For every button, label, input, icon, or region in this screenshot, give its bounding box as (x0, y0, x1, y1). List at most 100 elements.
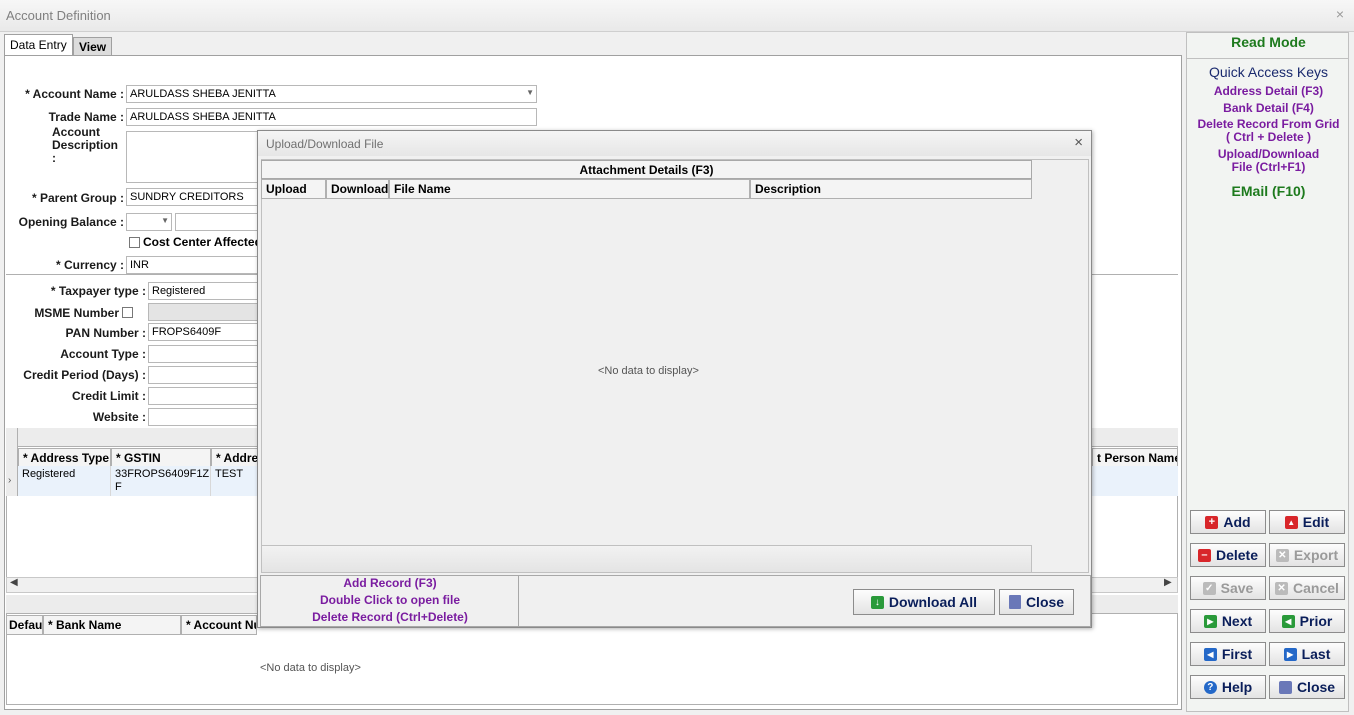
column-contact-person[interactable]: t Person Name (1092, 448, 1178, 468)
parent-group-input[interactable]: SUNDRY CREDITORS (126, 188, 266, 206)
close-button[interactable]: Close (1269, 675, 1345, 699)
cell-address[interactable]: TEST (211, 466, 261, 496)
scroll-right-icon[interactable]: ▶ (1164, 577, 1172, 588)
attachment-group-header: Attachment Details (F3) (261, 160, 1032, 179)
account-description-input[interactable] (126, 131, 266, 183)
row-pointer-icon: › (8, 475, 12, 486)
cost-center-checkbox[interactable] (129, 237, 140, 248)
dialog-titlebar: Upload/Download File × (258, 131, 1091, 156)
column-address-type[interactable]: * Address Type (18, 448, 111, 468)
window-close-icon[interactable]: × (1336, 6, 1344, 22)
mode-indicator: Read Mode (1231, 34, 1306, 50)
last-button[interactable]: ▶ Last (1269, 642, 1345, 666)
edit-button[interactable]: ▲ Edit (1269, 510, 1345, 534)
opening-balance-label: Opening Balance : (18, 215, 124, 229)
account-type-label: Account Type : (60, 347, 146, 361)
prior-icon: ◀ (1281, 614, 1295, 628)
dialog-close-button[interactable]: Close (999, 589, 1074, 615)
column-bank-name[interactable]: * Bank Name (43, 615, 181, 635)
download-icon: ↓ (870, 595, 884, 609)
dialog-title: Upload/Download File (266, 137, 384, 151)
window-titlebar: Account Definition × (0, 0, 1354, 32)
website-label: Website : (92, 410, 146, 424)
trade-name-input[interactable]: ARULDASS SHEBA JENITTA (126, 108, 537, 126)
column-default[interactable]: Defau (6, 615, 43, 635)
cancel-icon: ✕ (1275, 581, 1289, 595)
credit-limit-input[interactable] (148, 387, 266, 405)
column-address[interactable]: * Addre (211, 448, 261, 468)
opening-balance-type[interactable]: ▼ (126, 213, 172, 231)
minus-icon: – (1197, 548, 1211, 562)
account-type-input[interactable] (148, 345, 266, 363)
export-button[interactable]: ✕ Export (1269, 543, 1345, 567)
taxpayer-type-label: * Taxpayer type : (50, 284, 146, 298)
first-icon: ◀ (1203, 647, 1217, 661)
email-key[interactable]: EMail (F10) (1187, 183, 1350, 199)
help-button[interactable]: ? Help (1190, 675, 1266, 699)
quick-key-upload[interactable]: Upload/Download File (Ctrl+F1) (1187, 148, 1350, 174)
website-input[interactable] (148, 408, 266, 426)
credit-period-input[interactable] (148, 366, 266, 384)
pan-input[interactable]: FROPS6409F (148, 323, 266, 341)
column-description[interactable]: Description (750, 179, 1032, 199)
credit-period-label: Credit Period (Days) : (23, 368, 146, 382)
column-download[interactable]: Download (326, 179, 389, 199)
tab-view[interactable]: View (73, 37, 113, 56)
quick-key-delete[interactable]: Delete Record From Grid ( Ctrl + Delete … (1187, 118, 1350, 144)
parent-group-label: * Parent Group : (31, 191, 124, 205)
quick-access-title: Quick Access Keys (1208, 64, 1329, 80)
plus-icon: + (1205, 515, 1219, 529)
tab-data-entry[interactable]: Data Entry (4, 34, 73, 56)
next-button[interactable]: ▶ Next (1190, 609, 1266, 633)
trade-name-label: Trade Name : (48, 110, 124, 124)
attachment-empty-text: <No data to display> (598, 365, 699, 377)
save-button[interactable]: ✓ Save (1190, 576, 1266, 600)
quick-key-address[interactable]: Address Detail (F3) (1187, 84, 1350, 98)
quick-key-bank[interactable]: Bank Detail (F4) (1187, 101, 1350, 115)
delete-button[interactable]: – Delete (1190, 543, 1266, 567)
window-title: Account Definition (6, 8, 111, 23)
hint-add-record: Add Record (F3) (343, 576, 437, 590)
last-icon: ▶ (1283, 647, 1297, 661)
opening-balance-input[interactable] (175, 213, 266, 231)
cell-address-type[interactable]: Registered (18, 466, 111, 496)
add-button[interactable]: + Add (1190, 510, 1266, 534)
msme-checkbox[interactable] (122, 307, 133, 318)
account-description-label: Account Description : (52, 125, 119, 165)
account-name-combo[interactable]: ARULDASS SHEBA JENITTA ▼ (126, 85, 537, 103)
divider (1187, 58, 1348, 59)
attachment-footer (261, 545, 1032, 573)
first-button[interactable]: ◀ First (1190, 642, 1266, 666)
upload-download-dialog: Upload/Download File × Attachment Detail… (257, 130, 1092, 628)
credit-limit-label: Credit Limit : (72, 389, 146, 403)
column-gstin[interactable]: * GSTIN (111, 448, 211, 468)
next-icon: ▶ (1203, 614, 1217, 628)
bank-empty-text: <No data to display> (260, 662, 361, 674)
prior-button[interactable]: ◀ Prior (1269, 609, 1345, 633)
msme-label: MSME Number (34, 306, 119, 320)
export-icon: ✕ (1275, 548, 1289, 562)
taxpayer-type-input[interactable]: Registered (148, 282, 266, 300)
currency-label: * Currency : (55, 258, 124, 272)
hint-open-file: Double Click to open file (319, 593, 460, 607)
cost-center-label: Cost Center Affected (143, 235, 262, 249)
download-all-button[interactable]: ↓ Download All (853, 589, 995, 615)
check-icon: ✓ (1202, 581, 1216, 595)
edit-icon: ▲ (1284, 515, 1298, 529)
dialog-close-icon[interactable]: × (1074, 134, 1083, 151)
column-upload[interactable]: Upload (261, 179, 326, 199)
column-account-number[interactable]: * Account Nu (181, 615, 257, 635)
pan-label: PAN Number : (65, 326, 146, 340)
hint-delete-record: Delete Record (Ctrl+Delete) (312, 610, 468, 624)
msme-number-input[interactable] (148, 303, 266, 321)
currency-input[interactable]: INR (126, 256, 266, 274)
chevron-down-icon[interactable]: ▼ (161, 216, 169, 225)
scroll-left-icon[interactable]: ◀ (10, 577, 18, 588)
door-icon (1278, 680, 1292, 694)
account-name-value: ARULDASS SHEBA JENITTA (130, 88, 276, 100)
account-name-label: * Account Name : (25, 87, 124, 101)
column-file-name[interactable]: File Name (389, 179, 750, 199)
cancel-button[interactable]: ✕ Cancel (1269, 576, 1345, 600)
chevron-down-icon[interactable]: ▼ (526, 88, 534, 97)
cell-gstin[interactable]: 33FROPS6409F1Z F (111, 466, 211, 496)
